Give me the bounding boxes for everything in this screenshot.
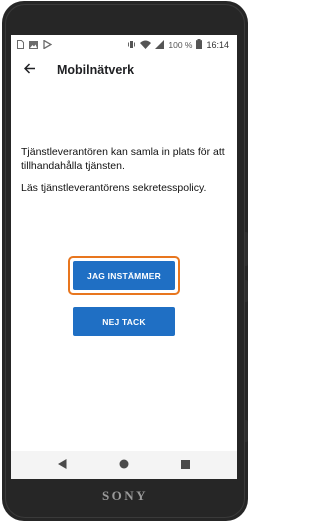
sim-icon <box>17 40 24 51</box>
arrow-back-icon <box>23 61 36 79</box>
decline-button[interactable]: NEJ TACK <box>73 307 175 336</box>
nav-back-button[interactable] <box>53 457 71 473</box>
camera-button <box>245 420 248 442</box>
play-store-icon <box>43 39 53 51</box>
signal-icon <box>155 39 165 51</box>
device-brand-logo: SONY <box>101 488 149 503</box>
volume-button <box>245 232 248 266</box>
recents-square-icon <box>180 456 190 474</box>
wifi-icon <box>140 40 152 51</box>
screen: 100 % 16:14 Mobilnätverk Tjänstleverantö… <box>11 35 237 479</box>
image-icon <box>29 40 38 51</box>
nav-home-button[interactable] <box>115 457 133 473</box>
accept-button[interactable]: JAG INSTÄMMER <box>73 261 175 290</box>
privacy-policy-text[interactable]: Läs tjänstleverantörens sekretesspolicy. <box>21 181 231 195</box>
battery-percent: 100 % <box>168 40 193 50</box>
home-circle-icon <box>119 456 129 474</box>
battery-icon <box>196 39 203 51</box>
status-bar: 100 % 16:14 <box>11 35 237 55</box>
page-title: Mobilnätverk <box>57 63 135 77</box>
location-notice-text: Tjänstleverantören kan samla in plats fö… <box>21 146 225 172</box>
nav-recents-button[interactable] <box>176 457 194 473</box>
vibrate-icon <box>127 40 136 51</box>
app-bar: Mobilnätverk <box>11 55 237 85</box>
back-button[interactable] <box>20 60 40 80</box>
power-button <box>245 280 248 302</box>
back-triangle-icon <box>57 456 67 474</box>
clock: 16:14 <box>206 40 229 50</box>
navigation-bar <box>11 451 237 479</box>
